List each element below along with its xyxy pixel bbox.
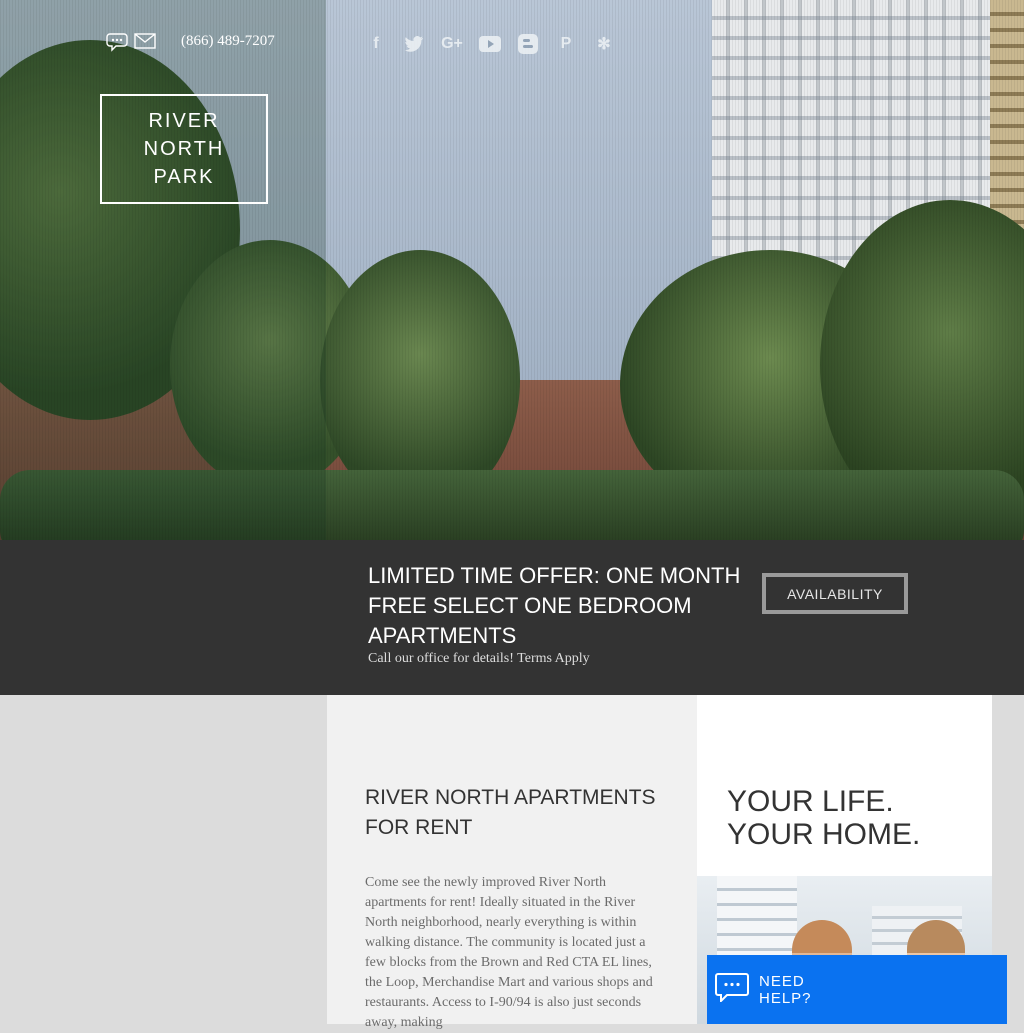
chat-bubble-icon xyxy=(715,972,749,1007)
main-heading: RIVER NORTH APARTMENTS FOR RENT xyxy=(365,786,656,839)
blogger-icon[interactable] xyxy=(516,32,540,56)
yelp-icon[interactable]: ✻ xyxy=(592,32,616,56)
site-logo[interactable]: RIVER NORTH PARK xyxy=(100,94,268,204)
left-spacer xyxy=(0,695,327,1024)
pinterest-icon[interactable]: P xyxy=(554,32,578,56)
twitter-icon[interactable] xyxy=(402,32,426,56)
main-body-text: Come see the newly improved River North … xyxy=(365,875,653,1030)
need-help-widget[interactable]: NEED HELP? xyxy=(707,955,1007,1024)
phone-number[interactable]: (866) 489-7207 xyxy=(181,33,275,50)
side-heading: YOUR LIFE. YOUR HOME. xyxy=(727,785,921,851)
social-links: f G+ P ✻ xyxy=(364,32,616,56)
contact-icons xyxy=(106,30,156,52)
offer-subtitle: Call our office for details! Terms Apply xyxy=(368,651,590,666)
need-help-label: NEED HELP? xyxy=(759,972,812,1007)
chat-icon[interactable] xyxy=(106,30,128,52)
hero-banner xyxy=(0,0,1024,540)
logo-line: NORTH xyxy=(143,138,225,160)
hero-scanline-texture xyxy=(0,0,1024,540)
youtube-icon[interactable] xyxy=(478,32,502,56)
availability-button[interactable]: AVAILABILITY xyxy=(762,573,908,614)
logo-line: PARK xyxy=(153,166,215,188)
facebook-icon[interactable]: f xyxy=(364,32,388,56)
main-content: RIVER NORTH APARTMENTS FOR RENT Come see… xyxy=(327,695,697,1030)
logo-line: RIVER xyxy=(148,110,220,132)
google-plus-icon[interactable]: G+ xyxy=(440,32,464,56)
offer-title: LIMITED TIME OFFER: ONE MONTH FREE SELEC… xyxy=(368,563,741,648)
mail-icon[interactable] xyxy=(134,30,156,52)
